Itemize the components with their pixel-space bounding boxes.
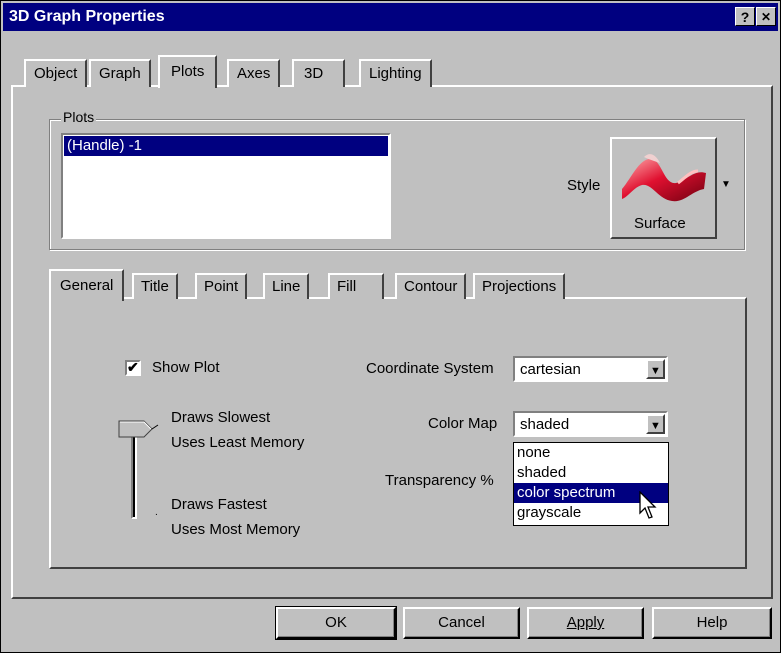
subtab-general[interactable]: General xyxy=(49,269,125,301)
color-map-value: shaded xyxy=(520,416,570,433)
color-map-option-none[interactable]: none xyxy=(514,443,668,463)
style-label: Style xyxy=(567,177,601,194)
checkmark-icon: ✔ xyxy=(127,359,139,375)
dialog-window: 3D Graph Properties ? ✕ Object Graph Plo… xyxy=(0,0,781,653)
color-map-option-shaded[interactable]: shaded xyxy=(514,463,668,483)
subtab-line[interactable]: Line xyxy=(263,273,310,299)
help-title-button[interactable]: ? xyxy=(735,7,755,26)
help-button[interactable]: Help xyxy=(652,607,772,639)
color-map-label: Color Map xyxy=(428,415,498,432)
tab-object[interactable]: Object xyxy=(24,59,88,87)
apply-button[interactable]: Apply xyxy=(527,607,644,639)
slider-tick-mark: . xyxy=(155,507,158,518)
quality-slider-track[interactable] xyxy=(131,433,137,519)
tab-lighting[interactable]: Lighting xyxy=(359,59,432,87)
tab-axes[interactable]: Axes xyxy=(227,59,281,87)
subtab-point[interactable]: Point xyxy=(195,273,248,299)
slider-bottom-line2: Uses Most Memory xyxy=(171,521,301,538)
close-title-button[interactable]: ✕ xyxy=(756,7,776,26)
color-map-select[interactable]: shaded ▼ xyxy=(513,411,668,437)
surface-plot-icon xyxy=(622,154,706,202)
show-plot-checkbox[interactable]: ✔ xyxy=(125,359,141,376)
plots-list-item[interactable]: (Handle) -1 xyxy=(64,136,388,156)
tab-graph[interactable]: Graph xyxy=(89,59,151,87)
subtab-fill[interactable]: Fill xyxy=(328,273,385,299)
coordinate-system-value: cartesian xyxy=(520,361,581,378)
plots-listbox[interactable]: (Handle) -1 xyxy=(61,133,391,239)
style-button-label: Surface xyxy=(634,215,686,232)
subtab-contour[interactable]: Contour xyxy=(395,273,467,299)
coordinate-system-label: Coordinate System xyxy=(366,360,494,377)
mouse-pointer-icon xyxy=(639,491,657,519)
subtab-title[interactable]: Title xyxy=(132,273,178,299)
show-plot-label: Show Plot xyxy=(152,359,220,376)
coordinate-system-select[interactable]: cartesian ▼ xyxy=(513,356,668,382)
color-map-dropdown-arrow-icon[interactable]: ▼ xyxy=(646,414,665,434)
cancel-button[interactable]: Cancel xyxy=(403,607,520,639)
title-bar[interactable]: 3D Graph Properties ? ✕ xyxy=(3,3,778,31)
tab-3d[interactable]: 3D xyxy=(292,59,346,87)
plots-group-label: Plots xyxy=(61,109,97,125)
style-dropdown-arrow-icon[interactable]: ▼ xyxy=(721,179,731,190)
coordinate-system-dropdown-arrow-icon[interactable]: ▼ xyxy=(646,359,665,379)
quality-slider-thumb[interactable] xyxy=(118,419,162,441)
transparency-label: Transparency % xyxy=(385,472,494,489)
ok-button[interactable]: OK xyxy=(275,606,397,640)
slider-top-line2: Uses Least Memory xyxy=(171,434,305,451)
subtab-projections[interactable]: Projections xyxy=(473,273,566,299)
style-button[interactable]: Surface xyxy=(610,137,717,239)
window-title: 3D Graph Properties xyxy=(9,8,165,25)
tab-plots[interactable]: Plots xyxy=(158,55,218,88)
slider-top-line1: Draws Slowest xyxy=(171,409,271,426)
slider-bottom-line1: Draws Fastest xyxy=(171,496,267,513)
